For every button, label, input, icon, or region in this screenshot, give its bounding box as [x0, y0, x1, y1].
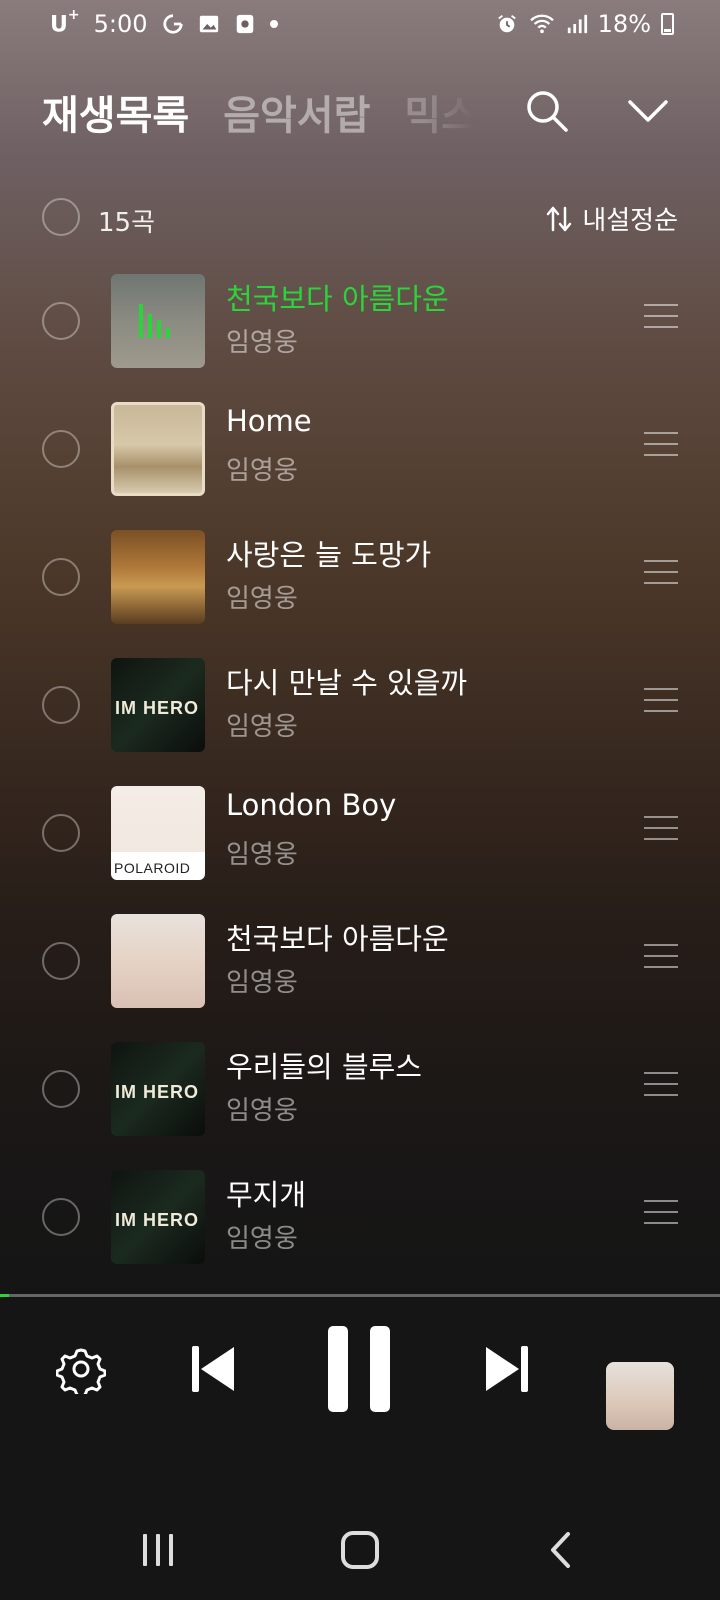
song-row[interactable]: IM HERO 무지개 임영웅 [0, 1164, 720, 1274]
battery-icon [661, 13, 674, 35]
alarm-icon [497, 15, 516, 33]
list-header: 15곡 내설정순 [42, 198, 678, 238]
song-row[interactable]: IM HERO 다시 만날 수 있을까 임영웅 [0, 652, 720, 762]
song-count: 15곡 [98, 208, 156, 238]
song-row[interactable]: IM HERO 우리들의 블루스 임영웅 [0, 1036, 720, 1146]
wifi-icon [529, 14, 554, 34]
player-controls [0, 1300, 720, 1460]
chevron-down-icon[interactable] [626, 94, 670, 128]
song-artist: 임영웅 [226, 1096, 298, 1126]
data-saver-icon [162, 14, 183, 34]
album-art-text: IM HERO [115, 1210, 200, 1230]
album-art [111, 530, 205, 624]
battery-percent: 18% [597, 10, 651, 38]
back-icon[interactable] [548, 1530, 572, 1570]
song-title: 다시 만날 수 있을까 [226, 666, 468, 700]
row-checkbox[interactable] [42, 686, 80, 724]
drag-handle-icon[interactable] [644, 688, 678, 714]
song-row[interactable]: 천국보다 아름다운 임영웅 [0, 268, 720, 378]
recents-icon[interactable] [140, 1532, 176, 1568]
row-checkbox[interactable] [42, 430, 80, 468]
tab-bar: 재생목록 음악서랍 믹스 [42, 82, 474, 142]
album-art: IM HERO [111, 1170, 205, 1264]
song-artist: 임영웅 [226, 584, 298, 614]
search-icon[interactable] [524, 88, 570, 134]
more-notifications-dot [269, 20, 278, 28]
drag-handle-icon[interactable] [644, 944, 678, 970]
album-art-text: IM HERO [115, 1082, 200, 1102]
album-art: POLAROID [111, 786, 205, 880]
signal-icon [567, 14, 587, 34]
row-checkbox[interactable] [42, 814, 80, 852]
song-title: 천국보다 아름다운 [226, 922, 449, 956]
app-notification-icon [236, 14, 253, 34]
song-artist: 임영웅 [226, 840, 298, 870]
song-title: 우리들의 블루스 [226, 1050, 422, 1084]
song-artist: 임영웅 [226, 712, 298, 742]
song-artist: 임영웅 [226, 1224, 298, 1254]
album-art-text: POLAROID [114, 860, 191, 876]
tab-mix[interactable]: 믹스 [404, 83, 474, 141]
now-playing-equalizer-icon [139, 302, 179, 338]
status-time: 5:00 [93, 10, 148, 38]
tab-playlist[interactable]: 재생목록 [42, 83, 189, 141]
gallery-icon [199, 15, 218, 33]
drag-handle-icon[interactable] [644, 1200, 678, 1226]
song-artist: 임영웅 [226, 456, 298, 486]
song-title: 사랑은 늘 도망가 [226, 538, 432, 572]
previous-icon[interactable] [190, 1344, 236, 1394]
song-artist: 임영웅 [226, 328, 298, 358]
song-title: 천국보다 아름다운 [226, 282, 449, 316]
row-checkbox[interactable] [42, 1198, 80, 1236]
drag-handle-icon[interactable] [644, 432, 678, 458]
song-row[interactable]: POLAROID London Boy 임영웅 [0, 780, 720, 890]
drag-handle-icon[interactable] [644, 304, 678, 330]
drag-handle-icon[interactable] [644, 1072, 678, 1098]
carrier-label: U+ [50, 6, 80, 38]
playback-progress-fill [0, 1294, 9, 1297]
album-art: IM HERO [111, 1042, 205, 1136]
song-title: Home [226, 404, 312, 438]
now-playing-album-art[interactable] [606, 1362, 674, 1430]
album-art [111, 402, 205, 496]
row-checkbox[interactable] [42, 558, 80, 596]
song-title: London Boy [226, 788, 397, 822]
sort-label: 내설정순 [582, 206, 678, 236]
pause-icon[interactable] [326, 1324, 392, 1414]
sort-icon [547, 206, 572, 231]
status-bar: U+ 5:00 18% [0, 0, 720, 52]
row-checkbox[interactable] [42, 302, 80, 340]
album-art-text: IM HERO [115, 698, 200, 718]
select-all-checkbox[interactable] [42, 198, 80, 236]
album-art [111, 914, 205, 1008]
row-checkbox[interactable] [42, 1070, 80, 1108]
song-row[interactable]: 사랑은 늘 도망가 임영웅 [0, 524, 720, 634]
song-title: 무지개 [226, 1178, 307, 1212]
settings-icon[interactable] [56, 1344, 106, 1394]
drag-handle-icon[interactable] [644, 560, 678, 586]
row-checkbox[interactable] [42, 942, 80, 980]
system-navigation-bar [0, 1500, 720, 1600]
album-art [111, 274, 205, 368]
home-icon[interactable] [340, 1530, 380, 1570]
drag-handle-icon[interactable] [644, 816, 678, 842]
song-artist: 임영웅 [226, 968, 298, 998]
tab-music-drawer[interactable]: 음악서랍 [223, 83, 370, 141]
song-row[interactable]: 천국보다 아름다운 임영웅 [0, 908, 720, 1018]
next-icon[interactable] [484, 1344, 530, 1394]
sort-button[interactable]: 내설정순 [544, 200, 678, 237]
song-row[interactable]: Home 임영웅 [0, 396, 720, 506]
album-art: IM HERO [111, 658, 205, 752]
playback-progress-bar[interactable] [0, 1294, 720, 1297]
